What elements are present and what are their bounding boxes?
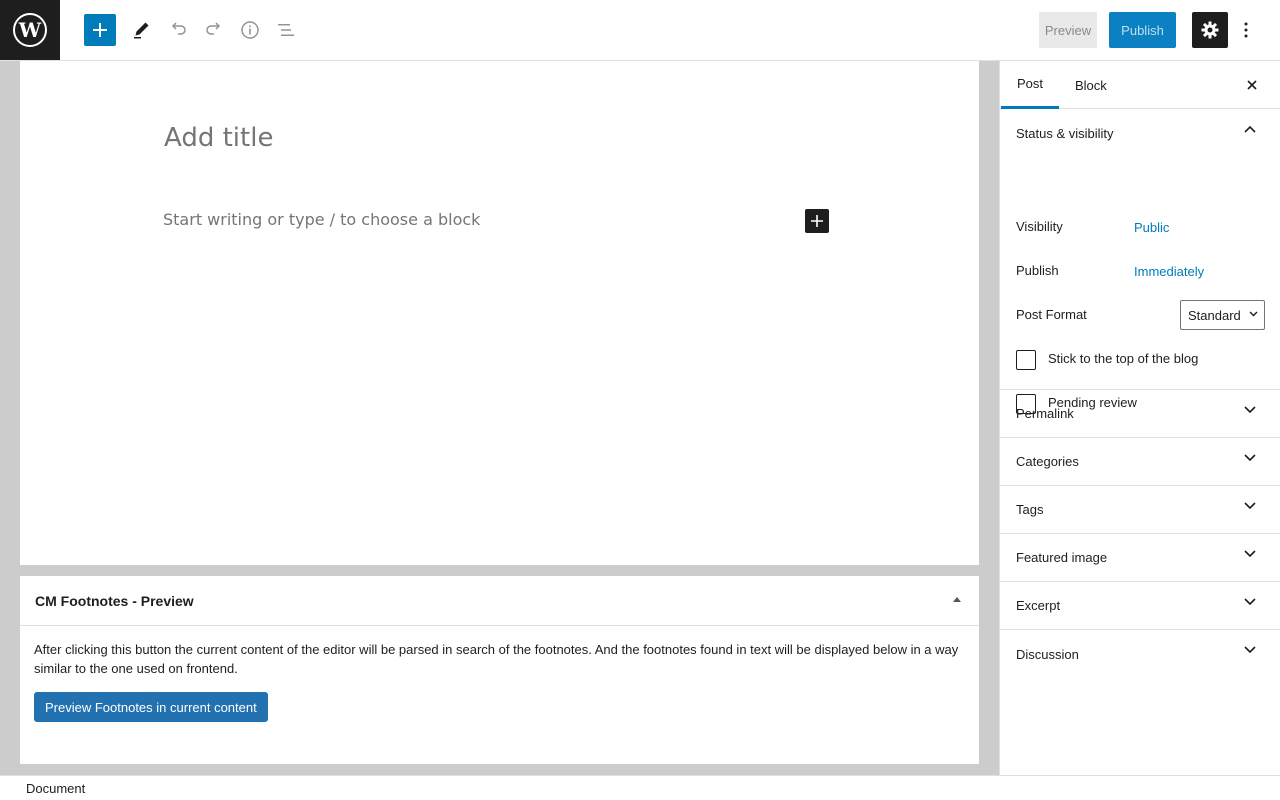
panel-categories[interactable]: Categories [1000,438,1280,486]
undo-button[interactable] [162,14,194,46]
status-visibility-panel: Status & visibility Visibility Public Pu… [1000,109,1280,414]
list-view-button[interactable] [270,14,302,46]
panel-title: Tags [1016,502,1044,517]
chevron-down-icon [1244,406,1256,414]
block-breadcrumb-bar: Document [0,775,1280,800]
more-options-button[interactable] [1232,12,1260,48]
close-icon [1247,80,1257,90]
settings-button[interactable] [1192,12,1228,48]
visibility-toggle[interactable]: Public [1134,220,1169,235]
chevron-down-icon [1244,454,1256,462]
list-view-icon [278,24,294,36]
editor-area: Add title Start writing or type / to cho… [0,61,1000,775]
sidebar-tabs: Post Block [1000,61,1280,109]
pencil-icon [134,22,149,39]
add-block-button[interactable] [84,14,116,46]
metabox-header[interactable]: CM Footnotes - Preview [20,576,979,626]
chevron-up-icon [1244,125,1256,133]
panel-title: Discussion [1016,646,1079,662]
post-format-select[interactable]: Standard [1180,300,1265,330]
panel-title: Featured image [1016,550,1108,565]
post-format-value: Standard [1188,307,1241,323]
undo-icon [171,22,186,35]
panel-header-status[interactable]: Status & visibility [1000,109,1280,157]
preview-button[interactable]: Preview [1039,12,1097,48]
wordpress-logo-icon[interactable]: W [0,0,60,60]
chevron-down-icon [1244,550,1256,558]
post-title-input[interactable]: Add title [164,123,273,153]
metabox-description: After clicking this button the current c… [34,642,959,676]
redo-icon [206,22,221,35]
publish-label: Publish [1016,263,1059,278]
chevron-down-icon [1244,502,1256,510]
preview-footnotes-button[interactable]: Preview Footnotes in current content [34,692,268,722]
gear-icon [1201,21,1219,39]
post-format-label: Post Format [1016,307,1087,322]
plus-icon [93,23,107,37]
editor-header: W Preview Publish [0,0,1280,61]
panel-title: Permalink [1016,406,1074,421]
panel-title: Categories [1016,454,1079,469]
sticky-label: Stick to the top of the blog [1048,351,1199,366]
tab-block[interactable]: Block [1075,61,1107,109]
publish-button[interactable]: Publish [1109,12,1176,48]
info-icon [241,21,259,39]
sticky-checkbox[interactable] [1016,350,1036,370]
details-button[interactable] [234,14,266,46]
panel-permalink[interactable]: Permalink [1000,390,1280,438]
chevron-down-icon [1244,646,1256,654]
footnotes-metabox: CM Footnotes - Preview After clicking th… [20,576,979,764]
close-sidebar-button[interactable] [1244,77,1260,93]
settings-sidebar: Post Block Status & visibility Visibilit… [999,61,1280,775]
panel-featured-image[interactable]: Featured image [1000,534,1280,582]
tools-button[interactable] [126,14,158,46]
tab-post[interactable]: Post [1001,61,1059,109]
panel-discussion[interactable]: Discussion [1000,630,1280,678]
metabox-body: After clicking this button the current c… [20,626,979,736]
publish-date-toggle[interactable]: Immediately [1134,264,1204,279]
panel-excerpt[interactable]: Excerpt [1000,582,1280,630]
panel-tags[interactable]: Tags [1000,486,1280,534]
metabox-title: CM Footnotes - Preview [35,592,194,609]
panel-title: Status & visibility [1016,125,1114,141]
panel-title: Excerpt [1016,598,1061,613]
visibility-label: Visibility [1016,219,1063,234]
vertical-ellipsis-icon [1244,22,1248,38]
plus-icon [811,215,823,227]
triangle-up-icon[interactable] [952,596,962,603]
breadcrumb-document[interactable]: Document [26,781,85,796]
chevron-down-icon [1244,598,1256,606]
redo-button[interactable] [198,14,230,46]
chevron-down-icon [1249,311,1258,317]
inline-add-block-button[interactable] [805,209,829,233]
editor-canvas[interactable]: Add title Start writing or type / to cho… [20,61,979,565]
block-appender[interactable]: Start writing or type / to choose a bloc… [163,210,480,229]
svg-text:W: W [18,18,42,42]
